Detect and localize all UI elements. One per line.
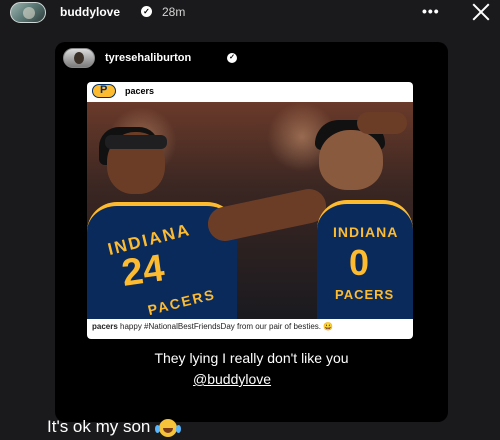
post-caption: pacers happy #NationalBestFriendsDay fro… bbox=[92, 322, 408, 332]
embedded-post[interactable]: pacers INDIANA 24 PACERS INDIA bbox=[87, 82, 413, 339]
close-icon[interactable] bbox=[470, 2, 492, 22]
pacers-logo bbox=[92, 84, 116, 98]
laughing-emoji-icon bbox=[155, 418, 182, 437]
headband bbox=[105, 135, 167, 149]
story-header: buddylove ✓ 28m ••• bbox=[0, 0, 500, 26]
shared-username[interactable]: tyresehaliburton bbox=[105, 52, 191, 64]
shared-story-card[interactable]: tyresehaliburton ✓ pacers INDIANA 24 PAC… bbox=[55, 42, 448, 422]
reply-text: It's ok my son bbox=[47, 417, 151, 436]
profile-avatar[interactable] bbox=[10, 2, 46, 23]
shared-user-avatar[interactable] bbox=[63, 48, 95, 68]
post-photo: INDIANA 24 PACERS INDIANA 0 PACERS bbox=[87, 102, 413, 319]
caption-username[interactable]: pacers bbox=[92, 322, 118, 331]
player-arm bbox=[204, 185, 330, 245]
jersey-left-number: 24 bbox=[119, 247, 167, 295]
jersey-right-bottom-text: PACERS bbox=[335, 287, 395, 302]
post-username[interactable]: pacers bbox=[125, 86, 154, 96]
verified-badge-icon: ✓ bbox=[141, 6, 152, 17]
story-text-sticker: They lying I really don't like you bbox=[154, 350, 349, 366]
player-head bbox=[319, 130, 383, 190]
caption-text: happy #NationalBestFriendsDay from our p… bbox=[120, 322, 334, 331]
mention-sticker[interactable]: @buddylove bbox=[193, 371, 271, 387]
reply-text-sticker: It's ok my son bbox=[47, 417, 182, 437]
verified-badge-icon: ✓ bbox=[227, 53, 237, 63]
jersey-right-number: 0 bbox=[349, 242, 370, 283]
jersey-right-text: INDIANA bbox=[333, 224, 399, 240]
story-timestamp: 28m bbox=[162, 5, 186, 19]
story-username[interactable]: buddylove bbox=[60, 5, 120, 19]
player-hand bbox=[357, 112, 407, 134]
more-options-icon[interactable]: ••• bbox=[422, 3, 440, 19]
